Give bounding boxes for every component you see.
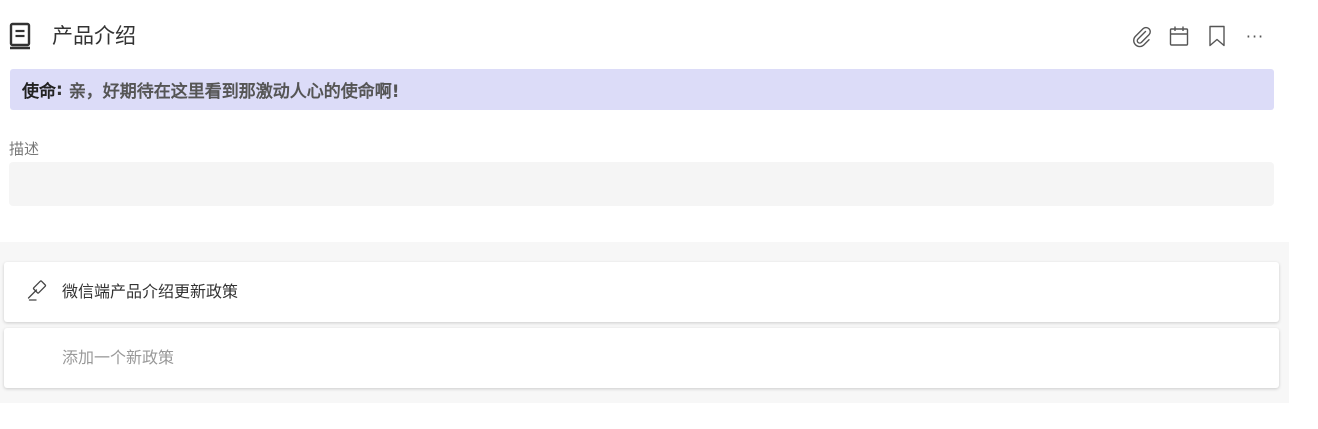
mission-label: 使命 (22, 82, 56, 102)
add-policy-input[interactable]: 添加一个新政策 (4, 328, 1279, 388)
description-field[interactable] (9, 162, 1274, 206)
page-header: 产品介绍 ··· (0, 16, 1318, 56)
policy-item[interactable]: 微信端产品介绍更新政策 (4, 262, 1279, 322)
policy-item-title: 微信端产品介绍更新政策 (62, 282, 239, 301)
more-icon[interactable]: ··· (1244, 24, 1266, 48)
gavel-icon (26, 279, 50, 303)
mission-banner[interactable]: 使命: 亲，好期待在这里看到那激动人心的使命啊! (10, 69, 1274, 110)
mission-colon: : (56, 79, 63, 100)
description-label: 描述 (9, 140, 40, 158)
calendar-icon[interactable] (1168, 24, 1190, 48)
bookmark-icon[interactable] (1206, 24, 1228, 48)
policy-panel: 微信端产品介绍更新政策 添加一个新政策 (0, 242, 1289, 403)
mission-text: 亲，好期待在这里看到那激动人心的使命啊! (68, 82, 400, 102)
page-title: 产品介绍 (52, 24, 136, 48)
add-policy-placeholder: 添加一个新政策 (62, 348, 175, 367)
document-icon (8, 22, 32, 50)
header-actions: ··· (1130, 22, 1266, 50)
paperclip-icon[interactable] (1130, 24, 1152, 48)
